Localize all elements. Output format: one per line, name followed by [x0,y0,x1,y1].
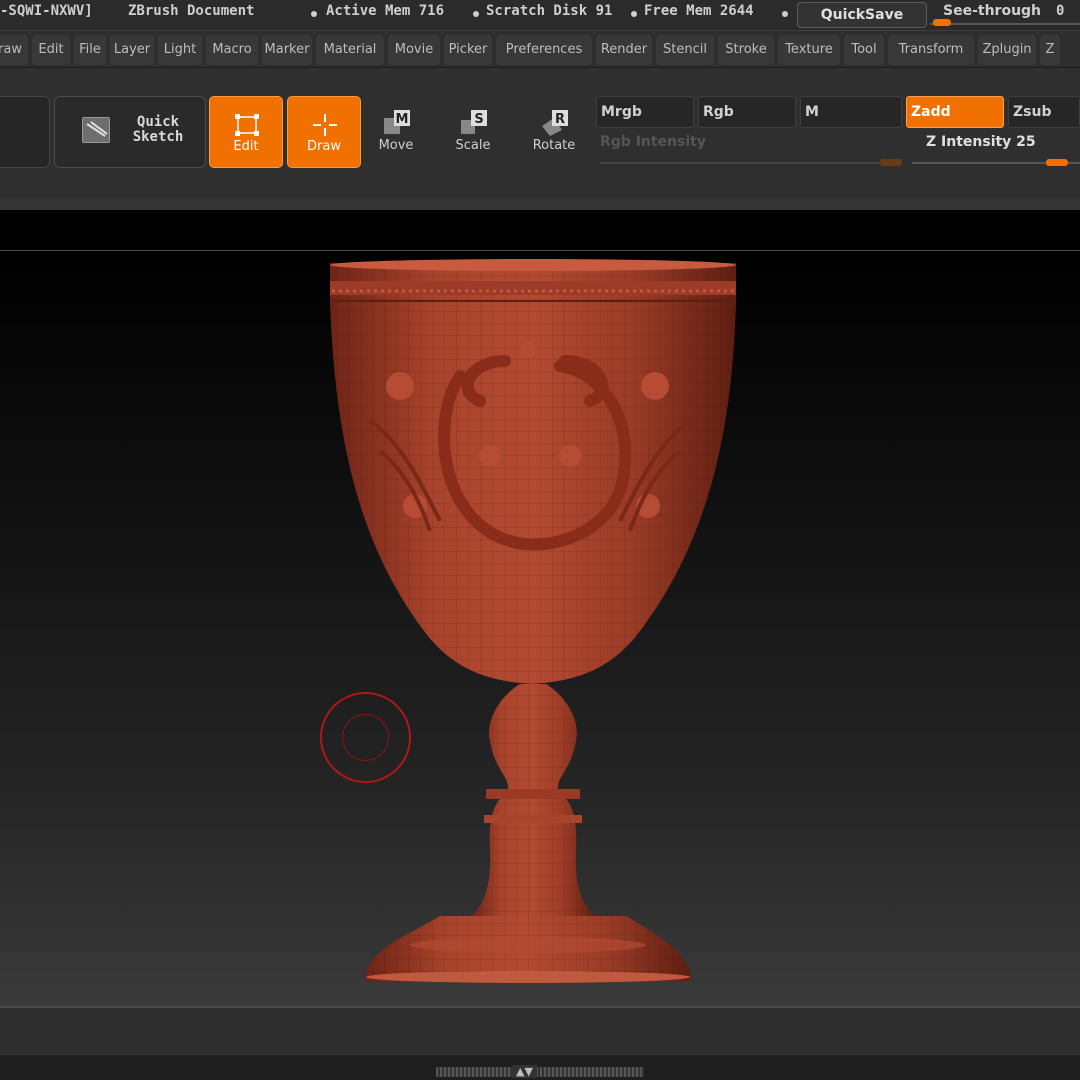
edit-button[interactable]: Edit [209,96,283,168]
tray-toggle-arrows-icon[interactable]: ▲▼ [512,1065,537,1078]
separator-dot [631,11,637,17]
menu-item-picker[interactable]: Picker [444,35,492,65]
menu-item-macro[interactable]: Macro [206,35,258,65]
svg-text:S: S [474,112,483,127]
rgb-intensity-label: Rgb Intensity [600,134,706,150]
rotate-button[interactable]: R Rotate [524,108,584,158]
scratch-disk: Scratch Disk 91 [486,3,613,19]
rgb-intensity-handle[interactable] [880,159,902,166]
menu-item-z[interactable]: Z [1040,35,1060,65]
zadd-button[interactable]: Zadd [906,96,1004,128]
separator-dot [473,11,479,17]
edit-icon [235,114,259,136]
see-through-label: See-through [943,3,1042,19]
move-label: Move [378,138,414,153]
z-intensity-handle[interactable] [1046,159,1068,166]
menu-item-light[interactable]: Light [158,35,202,65]
menu-item-file[interactable]: File [74,35,106,65]
z-intensity-label: Z Intensity 25 [926,134,1036,150]
rotate-icon: R [542,110,568,136]
scale-icon: S [461,110,487,134]
svg-text:R: R [555,112,565,127]
bottom-tray-handle[interactable]: ▲▼ [0,1054,1080,1080]
menu-bar: raw Edit File Layer Light Macro Marker Material… [0,30,1080,68]
canvas-top-strip [0,210,1080,250]
mrgb-button[interactable]: Mrgb [596,96,694,128]
separator-dot [782,11,788,17]
quick-sketch-icon [82,117,110,143]
see-through-value: 0 [1056,3,1065,19]
separator-dot [311,11,317,17]
menu-item-raw[interactable]: raw [0,35,28,65]
draw-icon [313,114,337,136]
license-id: -SQWI-NXWV] [0,3,93,19]
svg-text:M: M [396,112,409,127]
brush-inner-ring [342,714,389,761]
top-shelf: Quick Sketch Edit Draw M Move S Scale R … [0,68,1080,198]
see-through-slider[interactable] [930,23,1080,25]
draw-label: Draw [307,139,341,154]
see-through-slider-handle[interactable] [933,19,951,26]
menu-item-render[interactable]: Render [596,35,652,65]
scale-button[interactable]: S Scale [443,108,503,158]
menu-item-movie[interactable]: Movie [388,35,440,65]
draw-button[interactable]: Draw [287,96,361,168]
scale-label: Scale [455,138,491,153]
menu-item-tool[interactable]: Tool [844,35,884,65]
menu-item-stroke[interactable]: Stroke [718,35,774,65]
canvas-header-bar [0,198,1080,210]
document-title: ZBrush Document [128,3,255,19]
brush-cursor-icon [320,692,411,783]
move-icon: M [384,110,410,134]
menu-item-transform[interactable]: Transform [888,35,974,65]
quicksave-button[interactable]: QuickSave [797,2,927,28]
menu-item-stencil[interactable]: Stencil [656,35,714,65]
menu-item-marker[interactable]: Marker [262,35,312,65]
active-mem: Active Mem 716 [326,3,445,19]
rgb-intensity-slider[interactable] [600,162,900,164]
shelf-button-left[interactable] [0,96,50,168]
zsub-button[interactable]: Zsub [1008,96,1080,128]
document-canvas[interactable] [0,250,1080,1006]
rgb-button[interactable]: Rgb [698,96,796,128]
quick-sketch-label-1: Quick [136,114,180,130]
menu-item-preferences[interactable]: Preferences [496,35,592,65]
free-mem: Free Mem 2644 [644,3,754,19]
tray-grip[interactable] [436,1067,644,1077]
bottom-shelf [0,1006,1080,1054]
m-button[interactable]: M [800,96,902,128]
quick-sketch-button[interactable]: Quick Sketch [54,96,206,168]
move-button[interactable]: M Move [366,108,426,158]
menu-item-layer[interactable]: Layer [110,35,154,65]
menu-item-zplugin[interactable]: Zplugin [978,35,1036,65]
menu-item-edit[interactable]: Edit [32,35,70,65]
goblet-model [330,259,736,983]
rotate-label: Rotate [532,138,576,153]
menu-item-material[interactable]: Material [316,35,384,65]
title-bar: -SQWI-NXWV] ZBrush Document Active Mem 7… [0,0,1080,28]
quick-sketch-label-2: Sketch [132,129,184,145]
edit-label: Edit [233,139,259,154]
menu-item-texture[interactable]: Texture [778,35,840,65]
